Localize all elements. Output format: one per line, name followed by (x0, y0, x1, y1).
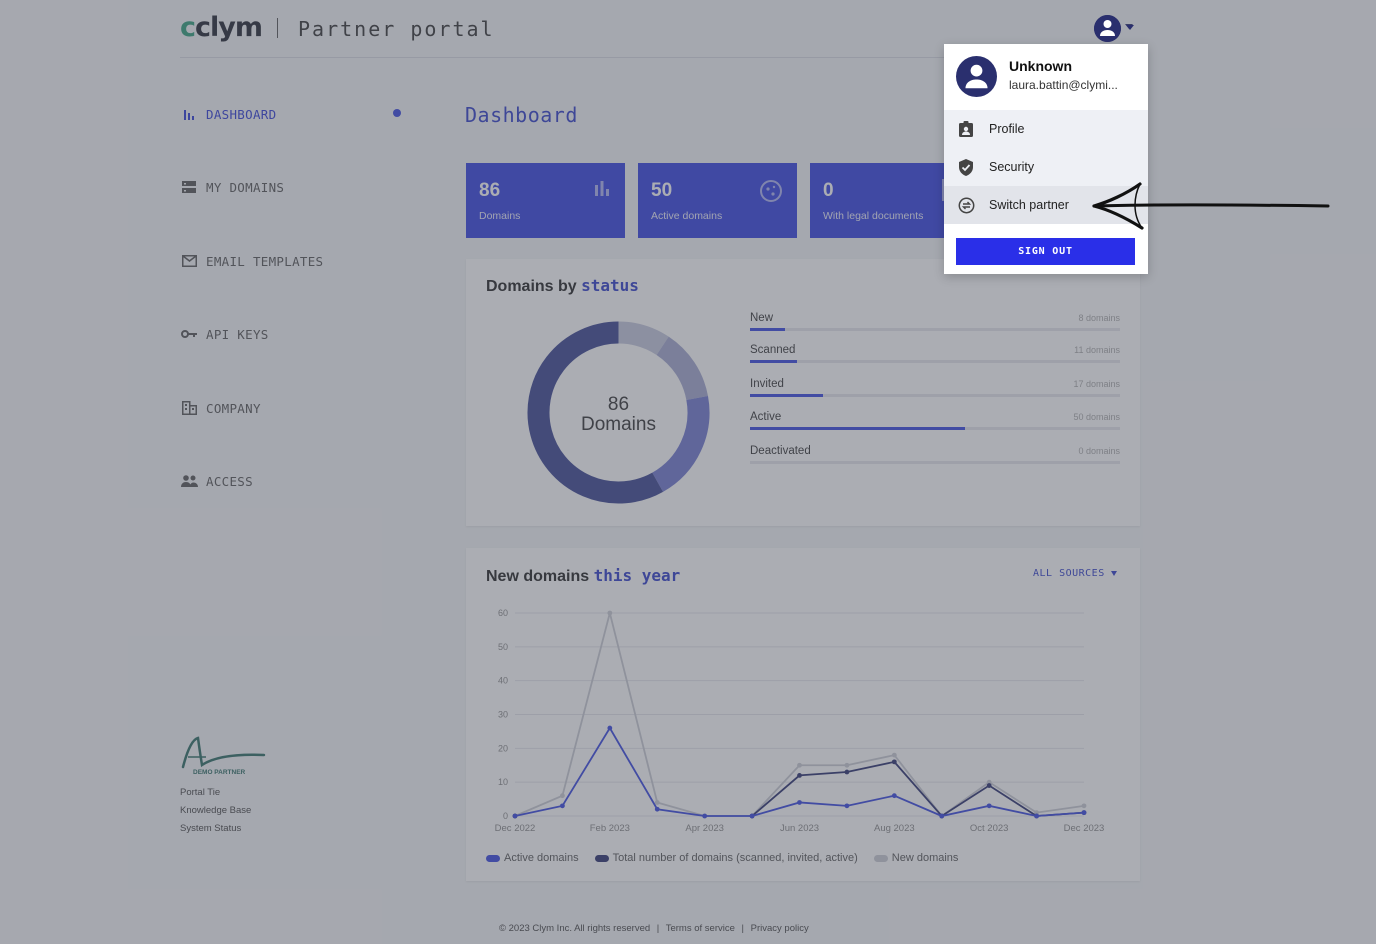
menu-item-label: Profile (989, 122, 1025, 136)
switch-icon (958, 197, 975, 219)
menu-backdrop[interactable] (0, 0, 1376, 944)
user-menu-header: Unknown laura.battin@clymi... (944, 44, 1148, 108)
menu-item-label: Switch partner (989, 198, 1069, 212)
avatar (956, 56, 997, 97)
user-email: laura.battin@clymi... (1009, 78, 1118, 92)
user-menu: Unknown laura.battin@clymi... Profile Se… (944, 44, 1148, 274)
chevron-down-icon[interactable] (1126, 25, 1134, 30)
menu-item-label: Security (989, 160, 1035, 174)
person-icon (965, 64, 988, 89)
sign-out-button[interactable]: SIGN OUT (956, 238, 1135, 265)
user-name: Unknown (1009, 58, 1072, 74)
menu-item-profile[interactable]: Profile (944, 110, 1148, 148)
shield-icon (958, 159, 974, 181)
user-avatar-button-active[interactable] (1094, 15, 1121, 42)
badge-icon (958, 121, 974, 142)
annotation-arrow-icon (1092, 182, 1330, 230)
person-icon (1100, 20, 1115, 36)
